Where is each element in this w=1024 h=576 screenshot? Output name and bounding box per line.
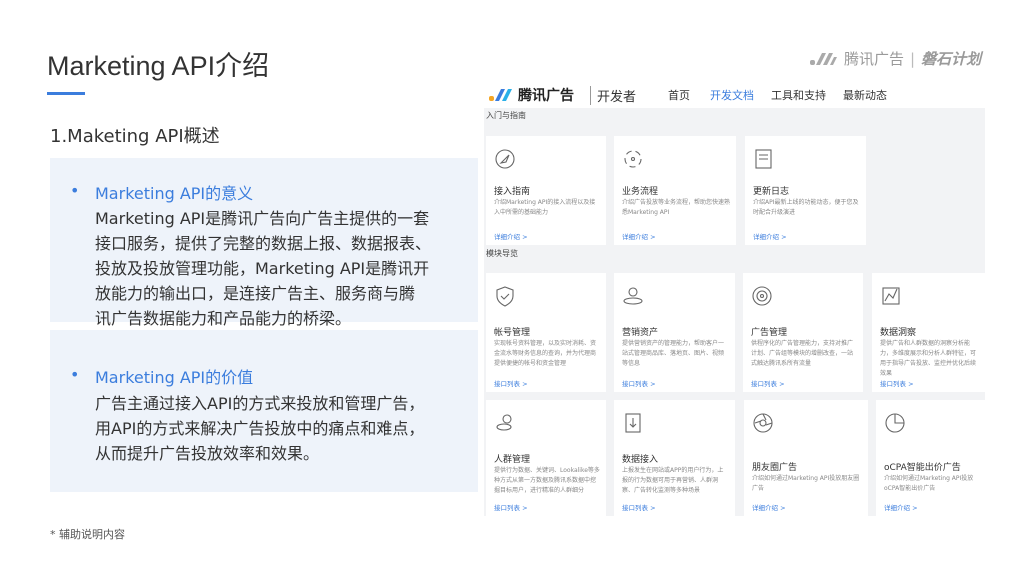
body-line: 放能力的输出口，是连接广告主、服务商与腾 [95,284,416,303]
pie-chart-icon [885,413,905,433]
section-heading: Marketing API的意义 [95,184,254,203]
compass-icon [495,149,515,169]
section-label: 模块导览 [486,249,518,258]
module-card[interactable]: 营销资产 提供营销资产的管理能力，帮助客户一站式管理商品库、落地页、图片、视频等… [614,273,735,392]
card-description: 介绍API最新上线的功能动态，便于您及时配合升级演进 [753,199,859,216]
card-description: 上报发生在网站或APP的用户行为，上报的行为数据可用于再营销、人群洞察、广告转化… [622,467,724,494]
site-nav: 腾讯广告 开发者 首页 开发文档 工具和支持 最新动态 [484,80,985,108]
nav-home[interactable]: 首页 [668,87,690,103]
body-line: 投放及投放管理功能，Marketing API是腾讯开 [95,259,430,278]
nav-tools[interactable]: 工具和支持 [771,87,826,103]
module-card[interactable]: 朋友圈广告 介绍如何通过Marketing API投放朋友圈广告 详细介绍 > [744,400,868,516]
card-title: 营销资产 [622,328,659,338]
card-description: 提供行为数据、关键词、Lookalike等多种方式从第一方数据及腾讯系数据中挖掘… [494,467,600,494]
card-link[interactable]: 详细介绍 > [752,502,786,512]
brand-logo: 腾讯广告 | 磐石计划 [808,48,981,69]
card-link[interactable]: 详细介绍 > [622,231,656,241]
body-line: 讯广告数据能力和产品能力的桥梁。 [95,309,352,328]
section-heading: Marketing API的价值 [95,368,254,387]
tencent-ads-logo-icon [489,89,512,101]
card-title: 数据洞察 [880,328,917,338]
chart-icon [882,287,900,305]
page-title: Marketing API介绍 [47,51,270,81]
section-label: 入门与指南 [486,111,526,120]
card-link[interactable]: 接口列表 > [494,502,528,512]
card-title: 接入指南 [494,187,531,197]
body-line: 接口服务，提供了完整的数据上报、数据报表、 [95,234,432,253]
changelog-icon [755,149,772,169]
card-title: 朋友圈广告 [752,463,798,473]
body-line: 用API的方式来解决广告投放中的痛点和难点， [95,419,425,438]
section-subtitle: 1.Maketing API概述 [50,126,220,147]
body-line: 广告主通过接入API的方式来投放和管理广告， [95,394,425,413]
card-link[interactable]: 接口列表 > [494,378,528,388]
meaning-box: • Marketing API的意义 Marketing API是腾讯广告向广告… [50,158,478,328]
module-card[interactable]: 数据接入 上报发生在网站或APP的用户行为，上报的行为数据可用于再营销、人群洞察… [614,400,735,516]
nav-docs[interactable]: 开发文档 [710,87,754,103]
bullet: • [70,181,80,200]
brand-sub: 磐石计划 [921,50,982,68]
workflow-icon [624,150,642,168]
card-description: 介绍广告投放等业务流程，帮助您快速熟悉Marketing API [622,199,731,216]
developer-label: 开发者 [590,86,636,105]
module-card[interactable]: 业务流程 介绍广告投放等业务流程，帮助您快速熟悉Marketing API 详细… [614,136,736,245]
card-link[interactable]: 接口列表 > [622,502,656,512]
title-underline [47,92,85,95]
card-title: oCPA智能出价广告 [884,463,961,473]
bullet: • [70,365,80,384]
module-card[interactable]: 数据洞察 提供广告和人群数据的洞察分析能力，多维度展示和分析人群特征，可用于指导… [872,273,985,392]
data-import-icon [625,413,641,433]
marketing-asset-icon [623,287,643,305]
site-logo[interactable]: 腾讯广告 [488,85,574,105]
card-link[interactable]: 接口列表 > [622,378,656,388]
brand-divider: | [910,49,916,68]
card-title: 数据接入 [622,455,659,465]
shield-check-icon [496,286,514,307]
module-card[interactable]: 接入指南 介绍Marketing API的接入流程以及接入中所需的基础能力 详细… [486,136,606,245]
module-card[interactable]: 帐号管理 实现帐号资料管理，以及实时消耗、资金流水等财务信息的查询，并为代理商提… [486,273,606,392]
card-description: 实现帐号资料管理，以及实时消耗、资金流水等财务信息的查询，并为代理商提供便捷的帐… [494,340,597,367]
card-title: 业务流程 [622,187,659,197]
module-card[interactable]: 广告管理 供程序化的广告管理能力，支持对推广计划、广告组等模块的增删改查，一站式… [743,273,863,392]
module-card[interactable]: oCPA智能出价广告 介绍如何通过Marketing API投放oCPA智能出价… [876,400,985,516]
tencent-ads-logo-icon [810,52,837,65]
module-card[interactable]: 人群管理 提供行为数据、关键词、Lookalike等多种方式从第一方数据及腾讯系… [486,400,606,516]
card-description: 介绍如何通过Marketing API投放oCPA智能出价广告 [884,475,974,492]
target-icon [752,286,772,306]
card-description: 供程序化的广告管理能力，支持对推广计划、广告组等模块的增删改查，一站式触达腾讯系… [751,340,854,367]
card-description: 介绍Marketing API的接入流程以及接入中所需的基础能力 [494,199,596,216]
card-link[interactable]: 详细介绍 > [494,231,528,241]
card-description: 提供营销资产的管理能力，帮助客户一站式管理商品库、落地页、图片、视频等信息 [622,340,725,367]
logo-text: 腾讯广告 [518,88,574,104]
brand-name: 腾讯广告 [844,50,905,68]
nav-news[interactable]: 最新动态 [843,87,887,103]
card-link[interactable]: 详细介绍 > [884,502,918,512]
value-box: • Marketing API的价值 广告主通过接入API的方式来投放和管理广告… [50,330,478,492]
card-title: 广告管理 [751,328,788,338]
card-title: 帐号管理 [494,328,531,338]
module-card[interactable]: 更新日志 介绍API最新上线的功能动态，便于您及时配合升级演进 详细介绍 > [745,136,866,245]
body-line: 从而提升广告投放效率和效果。 [95,444,320,463]
card-title: 人群管理 [494,455,531,465]
card-title: 更新日志 [753,187,790,197]
card-description: 介绍如何通过Marketing API投放朋友圈广告 [752,475,860,492]
card-link[interactable]: 详细介绍 > [753,231,787,241]
body-line: Marketing API是腾讯广告向广告主提供的一套 [95,209,430,228]
aperture-icon [753,413,773,433]
audience-icon [496,414,512,431]
footnote: * 辅助说明内容 [50,528,125,541]
card-link[interactable]: 接口列表 > [751,378,785,388]
developer-site-screenshot: 腾讯广告 开发者 首页 开发文档 工具和支持 最新动态 入门与指南 模块导览 接… [484,80,985,516]
card-description: 提供广告和人群数据的洞察分析能力，多维度展示和分析人群特征，可用于指导广告投放、… [880,340,977,377]
card-link[interactable]: 接口列表 > [880,378,914,388]
